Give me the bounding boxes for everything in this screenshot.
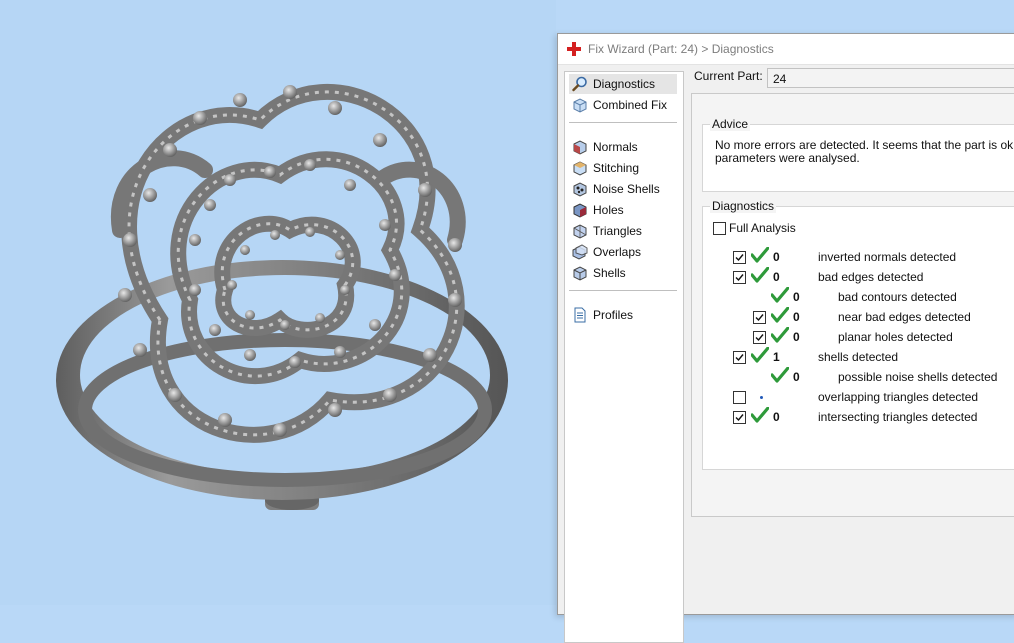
planar-holes-label: planar holes detected bbox=[838, 330, 953, 344]
near-bad-edges-count: 0 bbox=[793, 310, 800, 324]
green-check-icon bbox=[771, 367, 789, 383]
wizard-nav: Diagnostics Combined Fix Normals Stitchi… bbox=[564, 71, 684, 643]
near-bad-edges-checkbox[interactable] bbox=[753, 311, 766, 324]
inverted-normals-count: 0 bbox=[773, 250, 780, 264]
holes-cube-icon bbox=[573, 203, 587, 218]
ring-model bbox=[56, 84, 508, 510]
dialog-titlebar[interactable]: Fix Wizard (Part: 24) > Diagnostics bbox=[558, 34, 1014, 65]
nav-item-diagnostics[interactable]: Diagnostics bbox=[569, 74, 677, 94]
shells-icon bbox=[573, 266, 587, 281]
inverted-normals-label: inverted normals detected bbox=[818, 250, 957, 264]
nav-item-profiles[interactable]: Profiles bbox=[569, 305, 677, 325]
green-check-icon bbox=[771, 307, 789, 323]
nav-label: Normals bbox=[593, 140, 638, 154]
not-analysed-dot-icon bbox=[760, 396, 763, 399]
shells-checkbox[interactable] bbox=[733, 351, 746, 364]
fix-wizard-dialog: Fix Wizard (Part: 24) > Diagnostics Diag… bbox=[557, 33, 1014, 643]
advice-line-2: parameters were analysed. bbox=[715, 151, 860, 165]
planar-holes-checkbox[interactable] bbox=[753, 331, 766, 344]
nav-item-normals[interactable]: Normals bbox=[569, 137, 677, 157]
nav-label: Stitching bbox=[593, 161, 640, 175]
stitching-cube-icon bbox=[573, 161, 587, 176]
nav-item-overlaps[interactable]: Overlaps bbox=[569, 242, 677, 262]
document-icon bbox=[574, 307, 586, 323]
diagnostics-panel: Advice No more errors are detected. It s… bbox=[691, 93, 1014, 517]
nav-label: Profiles bbox=[593, 308, 634, 322]
intersecting-triangles-checkbox[interactable] bbox=[733, 411, 746, 424]
cube-icon bbox=[573, 98, 587, 113]
nav-divider bbox=[569, 290, 677, 291]
magnifier-icon bbox=[572, 76, 587, 92]
current-part-label: Current Part: bbox=[694, 69, 763, 83]
shells-label: shells detected bbox=[818, 350, 899, 364]
bad-edges-count: 0 bbox=[773, 270, 780, 284]
green-check-icon bbox=[771, 327, 789, 343]
nav-label: Combined Fix bbox=[593, 98, 668, 112]
nav-label: Shells bbox=[593, 266, 626, 280]
current-part-field[interactable]: 24 bbox=[767, 68, 1014, 88]
overlaps-icon bbox=[572, 244, 588, 260]
green-check-icon bbox=[751, 407, 769, 423]
near-bad-edges-label: near bad edges detected bbox=[838, 310, 971, 324]
noise-shells-icon bbox=[573, 182, 587, 197]
overlapping-triangles-label: overlapping triangles detected bbox=[818, 390, 979, 404]
advice-text: No more errors are detected. It seems th… bbox=[715, 139, 1014, 165]
overlapping-triangles-checkbox[interactable] bbox=[733, 391, 746, 404]
green-check-icon bbox=[751, 347, 769, 363]
full-analysis-checkbox[interactable] bbox=[713, 222, 726, 235]
bad-contours-count: 0 bbox=[793, 290, 800, 304]
nav-label: Overlaps bbox=[593, 245, 642, 259]
green-check-icon bbox=[751, 247, 769, 263]
red-cross-icon bbox=[567, 42, 581, 56]
nav-item-noise-shells[interactable]: Noise Shells bbox=[569, 179, 677, 199]
dialog-title: Fix Wizard (Part: 24) > Diagnostics bbox=[588, 42, 774, 56]
nav-item-holes[interactable]: Holes bbox=[569, 200, 677, 220]
nav-item-stitching[interactable]: Stitching bbox=[569, 158, 677, 178]
bad-edges-checkbox[interactable] bbox=[733, 271, 746, 284]
inverted-normals-checkbox[interactable] bbox=[733, 251, 746, 264]
bad-edges-label: bad edges detected bbox=[818, 270, 924, 284]
bad-contours-label: bad contours detected bbox=[838, 290, 957, 304]
3d-viewport[interactable] bbox=[0, 0, 556, 605]
advice-group: Advice No more errors are detected. It s… bbox=[702, 117, 1014, 192]
full-analysis-label: Full Analysis bbox=[729, 221, 796, 235]
current-part-value: 24 bbox=[773, 72, 787, 86]
planar-holes-count: 0 bbox=[793, 330, 800, 344]
nav-label: Noise Shells bbox=[593, 182, 660, 196]
noise-shells-count: 0 bbox=[793, 370, 800, 384]
nav-item-triangles[interactable]: Triangles bbox=[569, 221, 677, 241]
diagnostics-title: Diagnostics bbox=[710, 199, 777, 213]
intersecting-triangles-count: 0 bbox=[773, 410, 780, 424]
nav-divider bbox=[569, 122, 677, 123]
green-check-icon bbox=[751, 267, 769, 283]
nav-label: Triangles bbox=[593, 224, 642, 238]
intersecting-triangles-label: intersecting triangles detected bbox=[818, 410, 978, 424]
diagnostics-group: Diagnostics Full Analysis 0 inverted nor… bbox=[702, 199, 1014, 470]
nav-item-combined-fix[interactable]: Combined Fix bbox=[569, 95, 677, 115]
nav-label: Holes bbox=[593, 203, 624, 217]
triangles-icon bbox=[573, 224, 587, 239]
green-check-icon bbox=[771, 287, 789, 303]
nav-label: Diagnostics bbox=[593, 77, 656, 91]
advice-title: Advice bbox=[710, 117, 751, 131]
noise-shells-label: possible noise shells detected bbox=[838, 370, 998, 384]
nav-item-shells[interactable]: Shells bbox=[569, 263, 677, 283]
shells-count: 1 bbox=[773, 350, 780, 364]
normals-cube-icon bbox=[573, 140, 587, 155]
diagnostics-page: Current Part: 24 Advice No more errors a… bbox=[691, 67, 1014, 517]
